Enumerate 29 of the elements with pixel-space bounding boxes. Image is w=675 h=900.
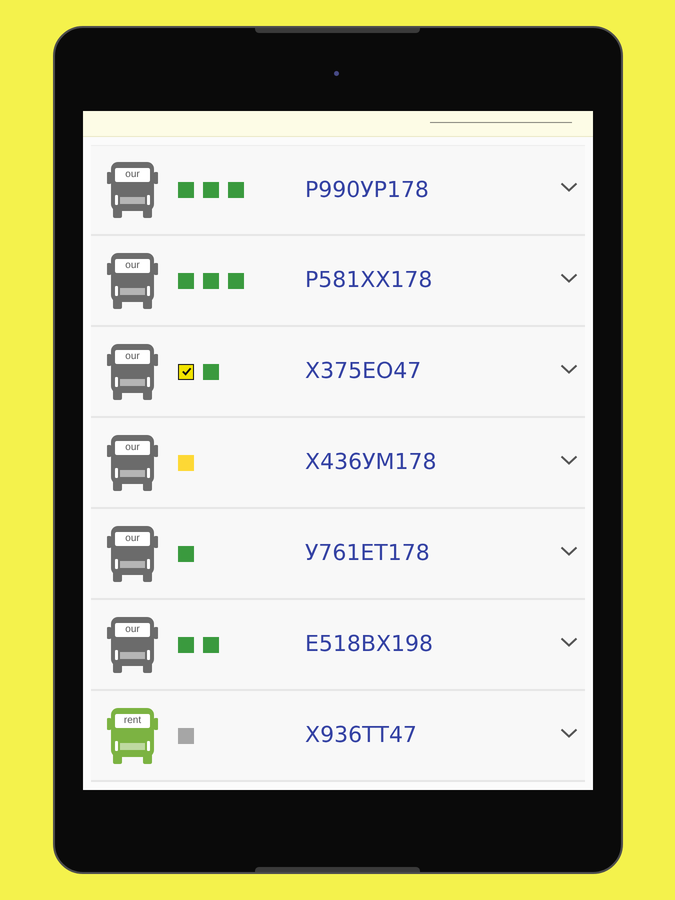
plate-number: Е518ВХ198 [305, 632, 434, 657]
truck-label: our [125, 440, 140, 454]
truck-icon [107, 344, 158, 400]
chevron-down-icon[interactable] [560, 454, 578, 464]
truck-icon [107, 616, 158, 672]
chevron-down-icon[interactable] [560, 272, 578, 282]
plate-number: Х936ТТ47 [305, 723, 418, 748]
truck-label: our [125, 622, 140, 636]
chevron-down-icon[interactable] [560, 546, 578, 556]
truck-label: our [125, 350, 140, 362]
chevron-down-icon[interactable] [560, 364, 578, 374]
truck-icon [107, 526, 158, 582]
truck-icon [107, 434, 158, 490]
chevron-down-icon[interactable] [560, 728, 578, 738]
truck-icon [107, 708, 158, 764]
chevron-down-icon[interactable] [560, 182, 578, 192]
plate-number: Х436УМ178 [305, 450, 438, 475]
plate-number: Х375ЕО47 [305, 359, 422, 384]
truck-icon [107, 252, 158, 308]
plate-number: У761ЕТ178 [305, 541, 431, 566]
camera-icon [334, 71, 339, 76]
chevron-down-icon[interactable] [560, 636, 578, 646]
truck-label: rent [124, 714, 142, 726]
truck-icon [107, 162, 158, 218]
plate-number: Р581ХХ178 [305, 268, 434, 293]
truck-label: our [125, 258, 140, 272]
truck-label: our [125, 168, 140, 181]
truck-label: our [125, 532, 140, 544]
plate-number: Р990УР178 [305, 178, 430, 202]
